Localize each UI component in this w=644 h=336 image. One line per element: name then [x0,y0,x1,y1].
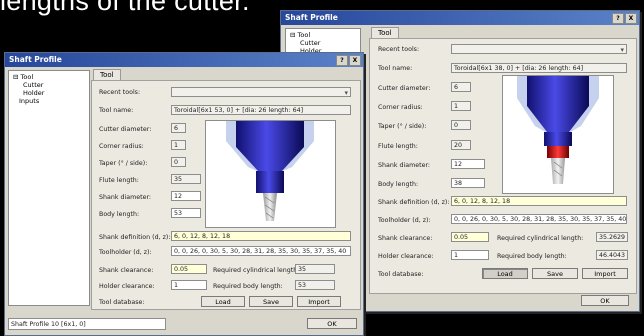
tool-name-label: Tool name: [378,65,413,72]
tool-database-label: Tool database: [99,299,145,306]
holder-clearance-field[interactable]: 1 [451,250,489,260]
shank-definition-field[interactable]: 6, 0, 12, 8, 12, 18 [451,196,627,206]
shaft-profile-dialog-front: Shaft Profile ? X ⊟ Tool Cutter Holder I… [4,52,364,336]
taper-field[interactable]: 0 [451,120,471,130]
tool-name-label: Tool name: [99,107,134,114]
body-length-field[interactable]: 38 [451,178,485,188]
shank-diameter-label: Shank diameter: [99,194,152,201]
tree-item-tool[interactable]: ⊟ Tool [288,31,358,39]
flute-length-label: Flute length: [378,143,418,150]
minus-icon: ⊟ [290,31,298,39]
tree-view: ⊟ Tool Cutter Holder Inputs [8,70,90,306]
help-button[interactable]: ? [336,55,348,66]
caption-text: lengths of the cutter. [0,0,250,16]
ok-button[interactable]: OK [307,318,357,329]
save-button[interactable]: Save [532,268,578,279]
dialog-title: Shaft Profile [9,55,62,64]
body-length-label: Body length: [378,181,419,188]
load-button[interactable]: Load [482,268,528,279]
taper-field[interactable]: 0 [171,157,186,167]
cutter-diameter-label: Cutter diameter: [378,85,431,92]
cutter-diameter-field[interactable]: 6 [451,82,471,92]
corner-radius-field[interactable]: 1 [451,101,471,111]
holder-clearance-label: Holder clearance: [378,253,434,260]
req-body-length-label: Required body length: [213,283,283,290]
corner-radius-field[interactable]: 1 [171,140,186,150]
holder-clearance-label: Holder clearance: [99,283,155,290]
tree-item-cutter[interactable]: Cutter [288,39,358,47]
tree-item-cutter[interactable]: Cutter [11,81,87,89]
req-cyl-length-label: Required cylindrical length: [497,235,584,242]
tree-item-tool[interactable]: ⊟ Tool [11,73,87,81]
tool-database-label: Tool database: [378,271,424,278]
help-button[interactable]: ? [612,13,624,24]
toolholder-label: Toolholder (d, z): [378,217,431,224]
corner-radius-label: Corner radius: [99,143,144,150]
cutter-graphic [226,121,314,221]
corner-radius-label: Corner radius: [378,104,423,111]
shank-definition-label: Shank definition (d, z): [378,199,450,206]
taper-label: Taper (° / side): [378,123,427,130]
recent-tools-select[interactable] [451,44,627,54]
shank-diameter-label: Shank diameter: [378,162,431,169]
close-button[interactable]: X [625,13,637,24]
recent-tools-select[interactable] [171,87,351,97]
toolholder-label: Toolholder (d, z): [99,249,152,256]
shank-clearance-field[interactable]: 0.05 [451,232,489,242]
req-cyl-length-label: Required cylindrical length: [213,267,300,274]
req-cyl-length-value: 35 [295,264,335,274]
tool-preview [502,75,614,194]
recent-tools-label: Recent tools: [99,89,141,96]
shank-diameter-field[interactable]: 12 [451,159,485,169]
flute-length-field[interactable]: 20 [451,140,471,150]
status-field: Shaft Profile 10 [6x1, 0] [8,318,166,330]
load-button[interactable]: Load [201,296,245,307]
dialog-title: Shaft Profile [285,13,338,22]
req-body-length-label: Required body length: [497,253,567,260]
save-button[interactable]: Save [249,296,293,307]
shank-definition-label: Shank definition (d, z): [99,234,171,241]
toolholder-field[interactable]: 0, 0, 26, 0, 30, 5, 30, 28, 31, 28, 35, … [451,214,627,224]
title-bar: Shaft Profile ? X [281,11,639,25]
taper-label: Taper (° / side): [99,160,148,167]
shank-definition-field[interactable]: 6, 0, 12, 8, 12, 18 [171,231,351,241]
tool-name-value: Toroidal[6x1 53, 0] + [dia: 26 length: 6… [171,105,351,115]
ok-button[interactable]: OK [581,295,629,306]
shank-clearance-field[interactable]: 0.05 [171,264,207,274]
cutter-diameter-field[interactable]: 6 [171,123,186,133]
req-body-length-value: 46.4043 [596,250,628,260]
body-length-field[interactable]: 53 [171,208,201,218]
shank-diameter-field[interactable]: 12 [171,191,201,201]
req-cyl-length-value: 35.2629 [596,232,628,242]
tool-name-value: Toroidal[6x1 38, 0] + [dia: 26 length: 6… [451,63,627,73]
tree-item-holder[interactable]: Holder [11,89,87,97]
recent-tools-label: Recent tools: [378,46,420,53]
body-length-label: Body length: [99,211,140,218]
import-button[interactable]: Import [582,268,628,279]
toolholder-field[interactable]: 0, 0, 26, 0, 30, 5, 30, 28, 31, 28, 35, … [171,246,351,256]
tool-preview [205,120,336,228]
import-button[interactable]: Import [297,296,341,307]
tree-item-inputs[interactable]: Inputs [11,97,87,105]
flute-length-field[interactable]: 35 [171,174,201,184]
flute-length-label: Flute length: [99,177,139,184]
minus-icon: ⊟ [13,73,21,81]
shank-clearance-label: Shank clearance: [99,267,154,274]
shank-clearance-label: Shank clearance: [378,235,433,242]
title-bar: Shaft Profile ? X [5,53,363,67]
cutter-diameter-label: Cutter diameter: [99,126,152,133]
close-button[interactable]: X [349,55,361,66]
holder-clearance-field[interactable]: 1 [171,280,207,290]
req-body-length-value: 53 [295,280,335,290]
cutter-graphic [517,76,599,184]
